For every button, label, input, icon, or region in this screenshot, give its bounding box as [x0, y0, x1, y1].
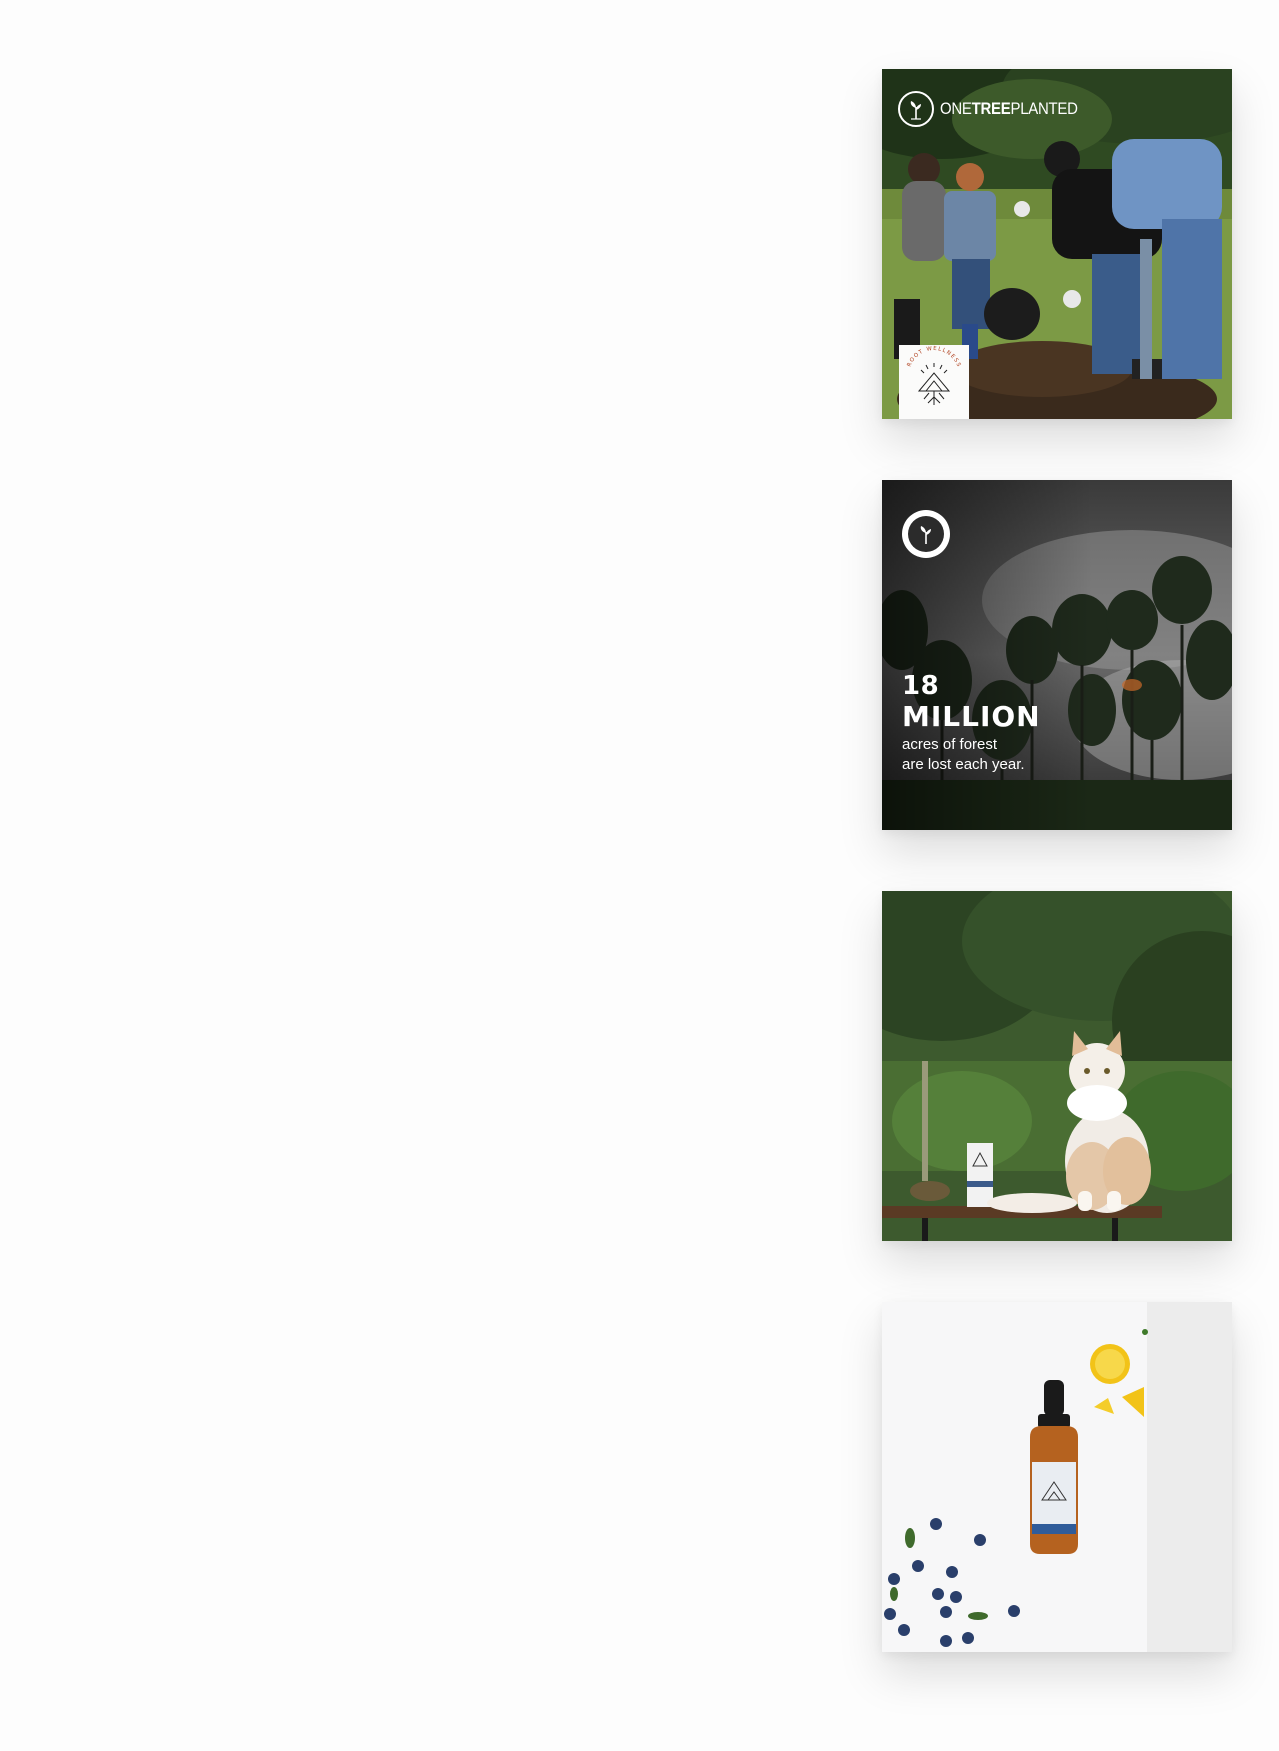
- cat-on-bench-photo: [882, 891, 1232, 1241]
- root-wellness-badge: ROOT WELLNESS: [899, 345, 969, 419]
- post-tile-forest-stat[interactable]: 18 MILLION acres of forest are lost each…: [882, 480, 1232, 830]
- onetreeplanted-logo: ONETREEPLANTED: [898, 91, 1096, 127]
- sapling-icon: [898, 91, 934, 127]
- stat-unit: MILLION: [902, 700, 1041, 733]
- root-wellness-logo-icon: ROOT WELLNESS: [907, 346, 961, 405]
- post-tile-tincture-product[interactable]: [882, 1302, 1232, 1652]
- stat-caption: acres of forest are lost each year.: [902, 736, 1025, 773]
- post-tile-tree-planting[interactable]: ONETREEPLANTED ROOT WELLNESS: [882, 69, 1232, 419]
- social-feed-grid: ONETREEPLANTED ROOT WELLNESS 18 MILLION …: [0, 0, 1279, 1751]
- post-tile-cat-product[interactable]: [882, 891, 1232, 1241]
- onetreeplanted-wordmark: ONETREEPLANTED: [940, 99, 1078, 118]
- stat-number: 18: [902, 671, 940, 701]
- onetreeplanted-seal-icon: [902, 510, 950, 558]
- forest-loss-stat: 18 MILLION acres of forest are lost each…: [902, 671, 1041, 775]
- tincture-bottle-photo: [882, 1302, 1232, 1652]
